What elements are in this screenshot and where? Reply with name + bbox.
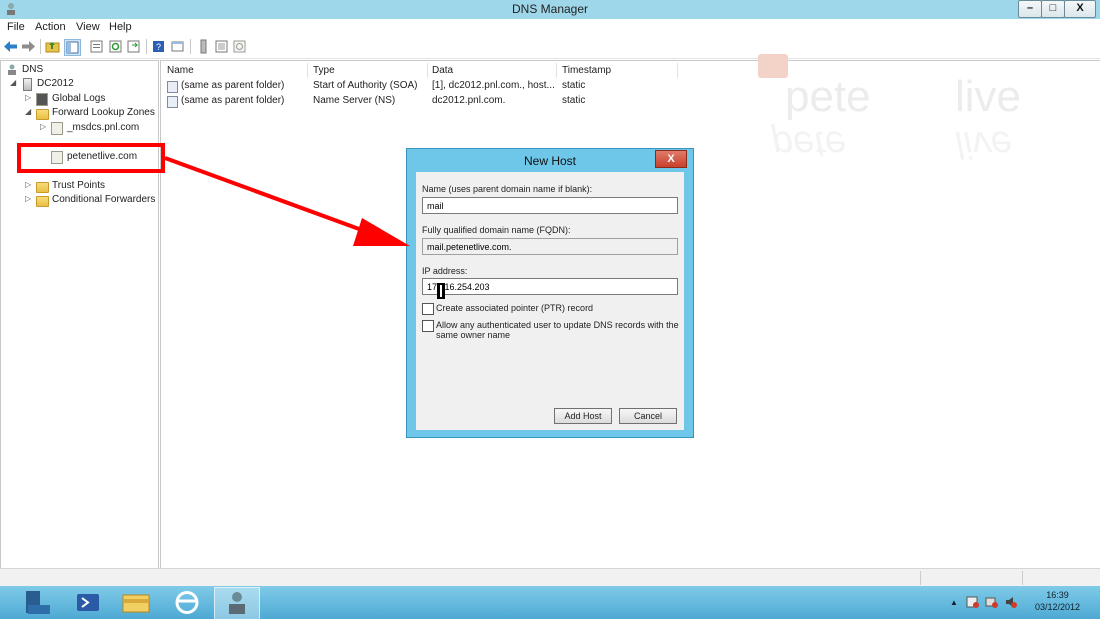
network-icon[interactable] <box>985 595 999 609</box>
menu-action[interactable]: Action <box>35 21 66 33</box>
dialog-title: New Host <box>523 154 576 168</box>
close-button[interactable]: X <box>1064 0 1096 18</box>
show-tree-icon[interactable] <box>64 39 81 56</box>
clock-time: 16:39 <box>1046 590 1069 600</box>
expand-arrow-icon[interactable]: ▷ <box>25 194 31 203</box>
dialog-body: Name (uses parent domain name if blank):… <box>416 172 684 430</box>
cell-type: Name Server (NS) <box>313 95 396 106</box>
volume-icon[interactable] <box>1004 595 1018 609</box>
cell-data: dc2012.pnl.com. <box>432 95 506 106</box>
taskbar: ▲ 16:39 03/12/2012 <box>0 586 1100 620</box>
tree-label: DNS <box>22 64 44 75</box>
menu-view[interactable]: View <box>76 21 100 33</box>
authenticated-update-label: Allow any authenticated user to update D… <box>436 320 679 340</box>
folder-icon <box>36 109 49 120</box>
host-name-input[interactable] <box>422 197 678 214</box>
record-icon <box>167 81 178 93</box>
tree-label: _msdcs.pnl.com <box>67 122 140 133</box>
forward-arrow-icon[interactable] <box>21 39 36 54</box>
status-bar <box>0 568 1100 587</box>
watermark-reflection: pete <box>772 123 846 165</box>
expand-arrow-icon[interactable]: ▷ <box>25 93 31 102</box>
maximize-button[interactable]: □ <box>1041 0 1065 18</box>
folder-icon <box>36 182 49 193</box>
menu-file[interactable]: File <box>7 21 25 33</box>
ip-address-label: IP address: <box>422 266 468 276</box>
collapse-arrow-icon[interactable]: ◢ <box>25 107 31 116</box>
up-folder-icon[interactable] <box>45 39 60 54</box>
export-list-icon[interactable] <box>126 39 141 54</box>
system-clock[interactable]: 16:39 03/12/2012 <box>1035 589 1080 613</box>
server-manager-icon[interactable] <box>14 587 58 618</box>
server-icon[interactable] <box>196 39 211 54</box>
cell-name: (same as parent folder) <box>181 80 285 91</box>
column-header-name[interactable]: Name <box>167 65 194 76</box>
clock-date: 03/12/2012 <box>1034 602 1080 612</box>
refresh-icon[interactable] <box>108 39 123 54</box>
cancel-button[interactable]: Cancel <box>619 408 677 424</box>
expand-arrow-icon[interactable]: ▷ <box>25 180 31 189</box>
table-row[interactable]: (same as parent folder) Name Server (NS)… <box>167 95 767 109</box>
title-bar: DNS Manager – □ X <box>0 0 1100 20</box>
record-icon <box>167 96 178 108</box>
authenticated-update-checkbox[interactable] <box>422 320 434 332</box>
cell-timestamp: static <box>562 80 586 91</box>
column-header-timestamp[interactable]: Timestamp <box>562 65 611 76</box>
tree-label: Trust Points <box>52 180 105 191</box>
menu-help[interactable]: Help <box>109 21 132 33</box>
watermark-reflection: live <box>955 123 1013 165</box>
add-host-button[interactable]: Add Host <box>554 408 612 424</box>
text-cursor-icon <box>437 283 445 299</box>
column-header-type[interactable]: Type <box>313 65 335 76</box>
expand-arrow-icon[interactable]: ▷ <box>40 122 46 131</box>
action-center-icon[interactable] <box>966 595 980 609</box>
fqdn-field <box>422 238 678 255</box>
tree-label: Forward Lookup Zones <box>52 107 155 118</box>
dns-manager-taskbar-icon[interactable] <box>214 587 260 620</box>
ptr-record-label: Create associated pointer (PTR) record <box>436 303 594 313</box>
folder-icon <box>36 196 49 207</box>
name-label: Name (uses parent domain name if blank): <box>422 184 593 194</box>
zone-icon[interactable] <box>232 39 247 54</box>
dialog-close-button[interactable]: X <box>655 150 687 168</box>
properties-icon[interactable] <box>89 39 104 54</box>
ptr-record-checkbox[interactable] <box>422 303 434 315</box>
table-row[interactable]: (same as parent folder) Start of Authori… <box>167 80 767 94</box>
collapse-arrow-icon[interactable]: ◢ <box>10 78 16 87</box>
svg-text:?: ? <box>156 42 161 52</box>
cell-data: [1], dc2012.pnl.com., host... <box>432 80 555 91</box>
cell-timestamp: static <box>562 95 586 106</box>
action-pane-icon[interactable] <box>170 39 185 54</box>
file-explorer-icon[interactable] <box>114 587 158 618</box>
server-icon <box>23 78 32 91</box>
cell-name: (same as parent folder) <box>181 95 285 106</box>
highlight-box <box>17 143 165 173</box>
tree-label: Conditional Forwarders <box>52 194 156 205</box>
logs-icon <box>36 93 48 106</box>
list-icon[interactable] <box>214 39 229 54</box>
watermark-logo <box>758 54 788 78</box>
internet-explorer-icon[interactable] <box>165 587 209 618</box>
tree-label: DC2012 <box>37 78 74 89</box>
menu-bar: File Action View Help <box>0 19 1100 36</box>
watermark-text: live <box>955 72 1022 121</box>
minimize-button[interactable]: – <box>1018 0 1042 18</box>
show-hidden-icons-icon[interactable]: ▲ <box>950 598 958 607</box>
dns-icon <box>8 64 16 75</box>
new-host-dialog: New Host X Name (uses parent domain name… <box>406 148 694 438</box>
cell-type: Start of Authority (SOA) <box>313 80 418 91</box>
fqdn-label: Fully qualified domain name (FQDN): <box>422 225 571 235</box>
help-icon[interactable]: ? <box>151 39 166 54</box>
watermark-text: pete <box>785 72 871 121</box>
powershell-icon[interactable] <box>66 587 110 618</box>
column-header-data[interactable]: Data <box>432 65 453 76</box>
tree-label: Global Logs <box>52 93 106 104</box>
toolbar: ? <box>0 36 1100 59</box>
window-title: DNS Manager <box>511 2 589 16</box>
ip-address-input[interactable] <box>422 278 678 295</box>
zone-icon <box>51 122 63 135</box>
console-tree: DNS ◢ DC2012 ▷ Global Logs ◢ Forward Loo… <box>0 60 159 569</box>
back-arrow-icon[interactable] <box>3 39 18 54</box>
